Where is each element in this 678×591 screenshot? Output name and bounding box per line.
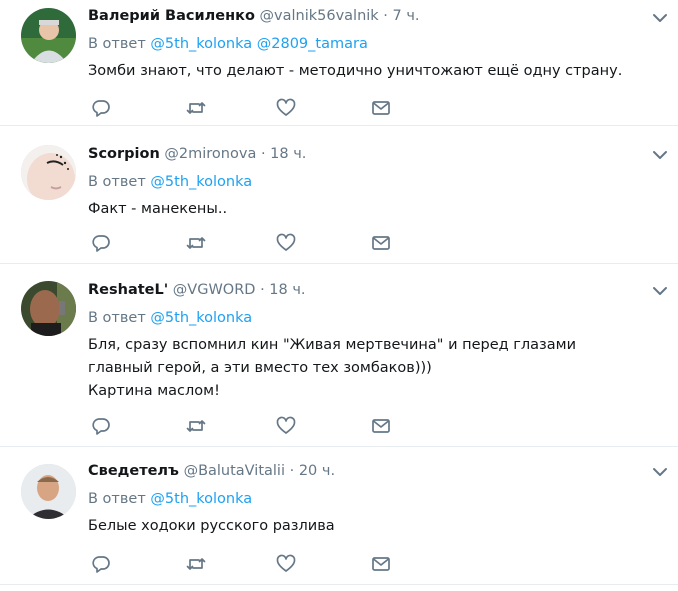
tweet-text: Бля, сразу вспомнил кин "Живая мертвечин…: [88, 334, 648, 403]
user-name[interactable]: ReshateL': [88, 282, 168, 298]
timestamp[interactable]: 20 ч.: [299, 463, 335, 479]
tweet-menu-button[interactable]: [650, 8, 670, 28]
chevron-down-icon: [653, 468, 667, 476]
tweet-actions: [90, 97, 390, 119]
reply-icon: [92, 235, 110, 252]
user-name[interactable]: Сведетелъ: [88, 463, 179, 479]
user-handle[interactable]: @VGWORD: [173, 282, 256, 298]
reply-button[interactable]: [90, 415, 112, 437]
heart-icon: [276, 233, 296, 251]
tweet[interactable]: Сведетелъ @BalutaVitalii · 20 ч. В ответ…: [0, 448, 678, 585]
tweet-header: Валерий Василенко @valnik56valnik · 7 ч.: [88, 6, 648, 26]
timestamp[interactable]: 18 ч.: [269, 282, 305, 298]
heart-icon: [276, 554, 296, 572]
tweet-actions: [90, 415, 390, 437]
heart-icon: [276, 98, 296, 116]
reply-icon: [92, 418, 110, 435]
user-name[interactable]: Scorpion: [88, 146, 160, 162]
tweet-text: Факт - манекены..: [88, 198, 648, 221]
mention-link[interactable]: @5th_kolonka: [150, 310, 252, 326]
direct-message-button[interactable]: [370, 232, 392, 254]
tweet-text-line: Факт - манекены..: [88, 201, 228, 217]
mention-link[interactable]: @2809_tamara: [257, 36, 368, 52]
retweet-icon: [186, 237, 206, 249]
avatar-image: [21, 145, 76, 200]
tweet-text-line: главный герой, а эти вместо тех зомбаков…: [88, 360, 432, 376]
tweet-text-line: Бля, сразу вспомнил кин "Живая мертвечин…: [88, 337, 576, 353]
timestamp[interactable]: 7 ч.: [393, 8, 420, 24]
reply-prefix: В ответ: [88, 36, 146, 52]
chevron-down-icon: [653, 287, 667, 295]
user-handle[interactable]: @valnik56valnik: [260, 8, 379, 24]
retweet-icon: [186, 420, 206, 432]
like-button[interactable]: [275, 232, 297, 254]
reply-context: В ответ @5th_kolonka: [88, 172, 648, 192]
reply-button[interactable]: [90, 553, 112, 575]
direct-message-button[interactable]: [370, 97, 392, 119]
reply-context: В ответ @5th_kolonka @2809_tamara: [88, 34, 648, 54]
tweet-text: Зомби знают, что делают - методично унич…: [88, 60, 648, 83]
tweet-actions: [90, 232, 390, 254]
reply-prefix: В ответ: [88, 310, 146, 326]
tweet-text-line: Белые ходоки русского разлива: [88, 518, 335, 534]
tweet[interactable]: Scorpion @2mironova · 18 ч. В ответ @5th…: [0, 127, 678, 264]
separator: ·: [260, 146, 266, 162]
tweet-header: Scorpion @2mironova · 18 ч.: [88, 144, 648, 164]
separator: ·: [260, 282, 265, 298]
tweet-menu-button[interactable]: [650, 145, 670, 165]
reply-prefix: В ответ: [88, 174, 146, 190]
avatar[interactable]: [21, 145, 76, 200]
tweet-text-line: Картина маслом!: [88, 383, 220, 399]
tweet-menu-button[interactable]: [650, 281, 670, 301]
tweet[interactable]: ReshateL' @VGWORD · 18 ч. В ответ @5th_k…: [0, 265, 678, 447]
reply-button[interactable]: [90, 232, 112, 254]
timestamp[interactable]: 18 ч.: [270, 146, 306, 162]
reply-prefix: В ответ: [88, 491, 146, 507]
tweet[interactable]: Валерий Василенко @valnik56valnik · 7 ч.…: [0, 0, 678, 126]
separator: ·: [383, 8, 388, 24]
tweet-header: ReshateL' @VGWORD · 18 ч.: [88, 280, 648, 300]
retweet-button[interactable]: [185, 553, 207, 575]
heart-icon: [276, 416, 296, 434]
direct-message-button[interactable]: [370, 553, 392, 575]
avatar[interactable]: [21, 281, 76, 336]
tweet-header: Сведетелъ @BalutaVitalii · 20 ч.: [88, 461, 648, 481]
tweet-text: Белые ходоки русского разлива: [88, 515, 648, 538]
tweet-text-line: Зомби знают, что делают - методично унич…: [88, 63, 623, 79]
avatar-image: [21, 8, 76, 63]
tweet-actions: [90, 553, 390, 575]
mention-link[interactable]: @5th_kolonka: [150, 491, 252, 507]
retweet-button[interactable]: [185, 415, 207, 437]
avatar-image: [21, 281, 76, 336]
envelope-icon: [372, 101, 390, 115]
retweet-button[interactable]: [185, 232, 207, 254]
avatar-image: [21, 464, 76, 519]
envelope-icon: [372, 557, 390, 571]
like-button[interactable]: [275, 415, 297, 437]
reply-context: В ответ @5th_kolonka: [88, 308, 648, 328]
reply-icon: [92, 556, 110, 573]
retweet-icon: [186, 102, 206, 114]
user-name[interactable]: Валерий Василенко: [88, 8, 255, 24]
envelope-icon: [372, 236, 390, 250]
user-handle[interactable]: @BalutaVitalii: [184, 463, 285, 479]
user-handle[interactable]: @2mironova: [164, 146, 256, 162]
direct-message-button[interactable]: [370, 415, 392, 437]
like-button[interactable]: [275, 97, 297, 119]
mention-link[interactable]: @5th_kolonka: [150, 36, 252, 52]
envelope-icon: [372, 419, 390, 433]
tweet-menu-button[interactable]: [650, 462, 670, 482]
like-button[interactable]: [275, 553, 297, 575]
avatar[interactable]: [21, 464, 76, 519]
retweet-icon: [186, 558, 206, 570]
reply-icon: [92, 100, 110, 117]
separator: ·: [289, 463, 295, 479]
mention-link[interactable]: @5th_kolonka: [150, 174, 252, 190]
avatar[interactable]: [21, 8, 76, 63]
chevron-down-icon: [653, 151, 667, 159]
reply-button[interactable]: [90, 97, 112, 119]
chevron-down-icon: [653, 14, 667, 22]
retweet-button[interactable]: [185, 97, 207, 119]
reply-context: В ответ @5th_kolonka: [88, 489, 648, 509]
